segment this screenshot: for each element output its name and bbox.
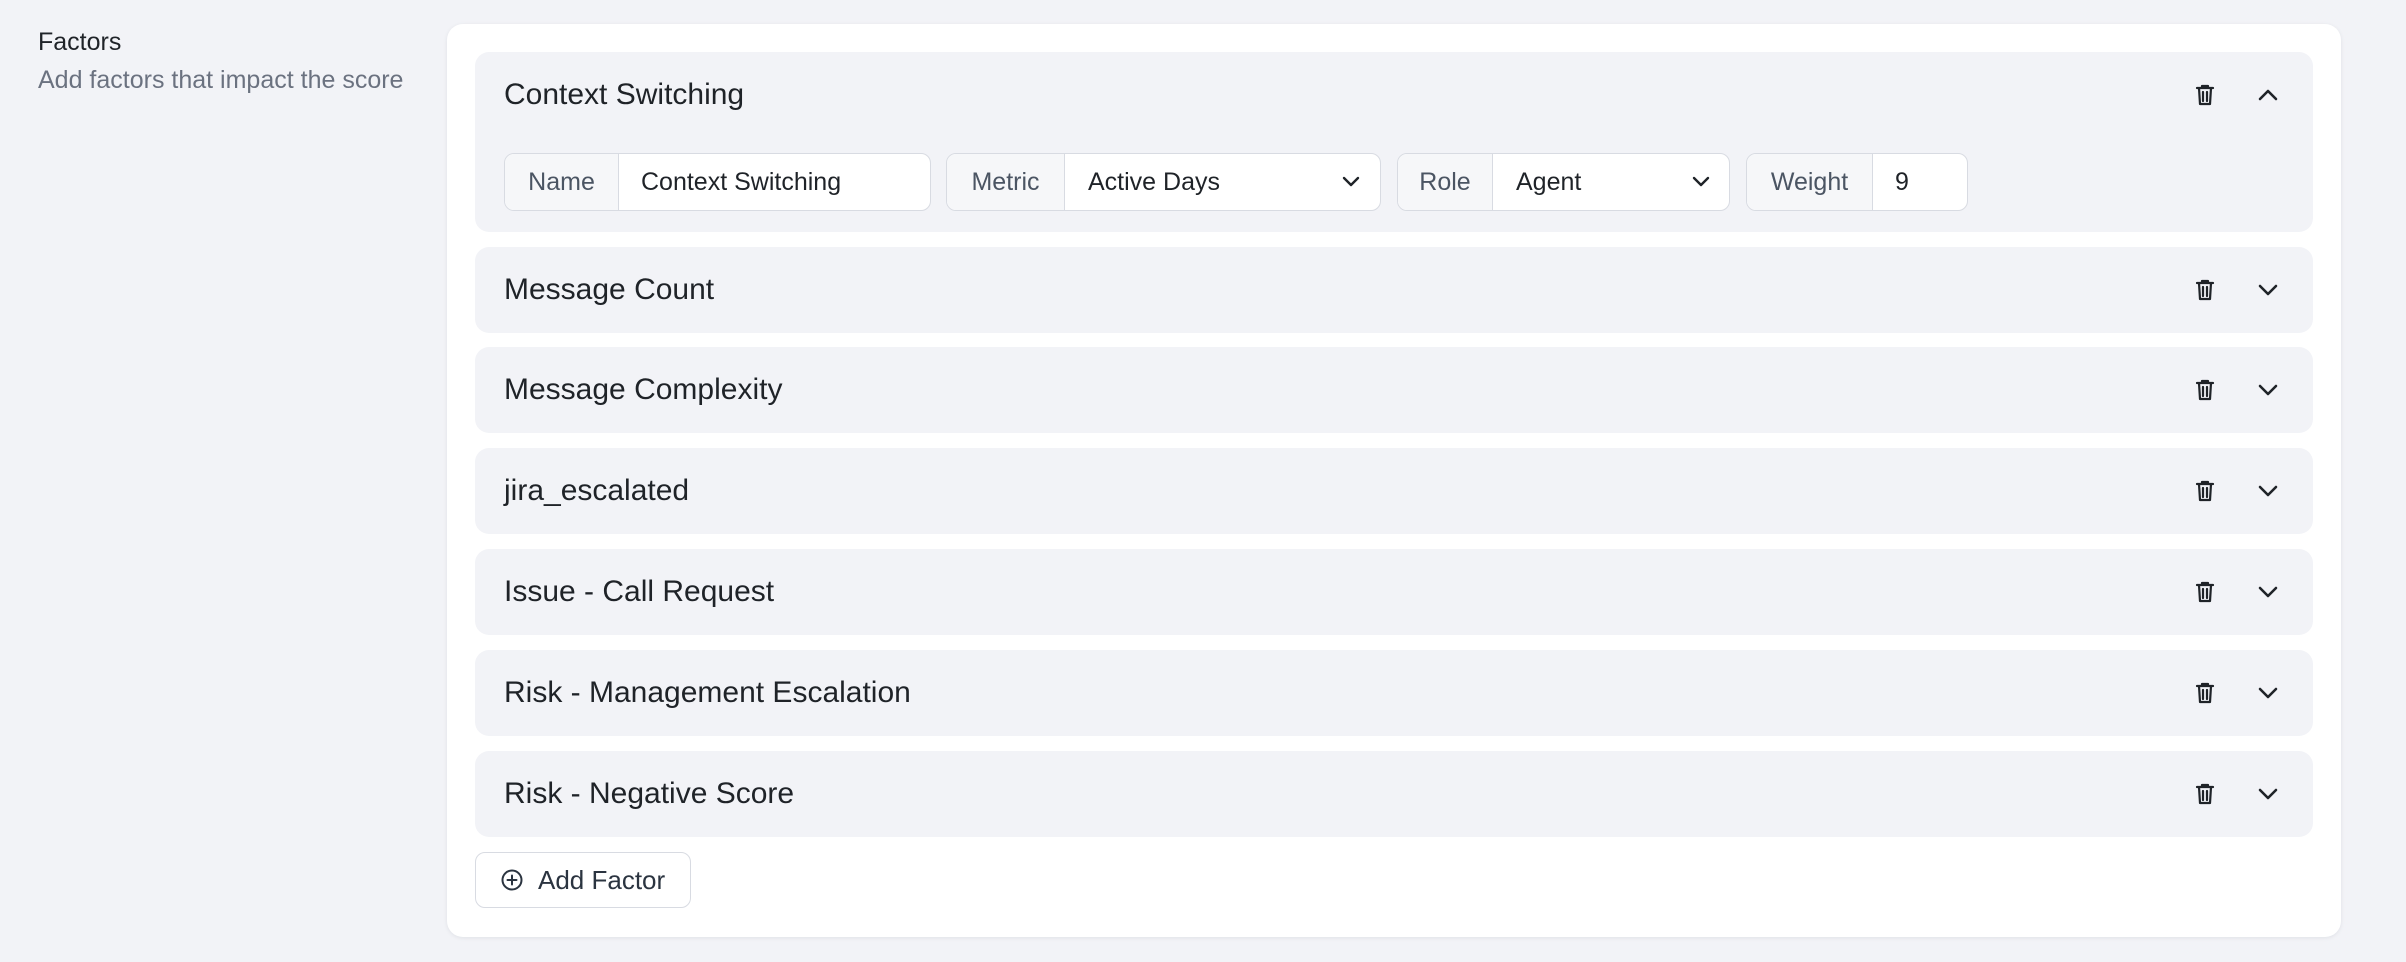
trash-icon	[2194, 580, 2216, 604]
expand-factor-button[interactable]	[2249, 472, 2287, 510]
factor-header[interactable]: Issue - Call Request	[475, 549, 2313, 635]
chevron-down-icon	[2257, 484, 2279, 498]
factor-title: jira_escalated	[504, 474, 690, 507]
chevron-down-icon	[2257, 787, 2279, 801]
weight-field-value[interactable]: 9	[1895, 154, 1909, 210]
factor-item-risk-negative-score: Risk - Negative Score	[475, 751, 2313, 837]
chevron-down-icon	[2257, 686, 2279, 700]
section-description: Add factors that impact the score	[38, 66, 404, 94]
expand-factor-button[interactable]	[2249, 271, 2287, 309]
factor-title: Context Switching	[504, 78, 745, 111]
trash-icon	[2194, 782, 2216, 806]
factors-settings-page: Factors Add factors that impact the scor…	[0, 0, 2406, 962]
chevron-down-icon	[2257, 383, 2279, 397]
factor-item-message-count: Message Count	[475, 247, 2313, 333]
section-title: Factors	[38, 28, 122, 56]
role-select-value[interactable]: Agent	[1516, 154, 1581, 210]
factor-header[interactable]: Risk - Negative Score	[475, 751, 2313, 837]
delete-factor-button[interactable]	[2186, 674, 2224, 712]
factor-item-context-switching: Context Switching Name Context Switching	[475, 52, 2313, 232]
factor-header[interactable]: Message Complexity	[475, 347, 2313, 433]
factor-title: Message Complexity	[504, 373, 783, 406]
delete-factor-button[interactable]	[2186, 271, 2224, 309]
chevron-down-icon	[1342, 154, 1360, 210]
chevron-down-icon	[2257, 283, 2279, 297]
expand-factor-button[interactable]	[2249, 573, 2287, 611]
trash-icon	[2194, 681, 2216, 705]
metric-select-value[interactable]: Active Days	[1088, 154, 1220, 210]
name-field[interactable]: Name Context Switching	[504, 153, 931, 211]
name-field-label: Name	[505, 154, 619, 210]
factor-title: Risk - Negative Score	[504, 777, 795, 810]
delete-factor-button[interactable]	[2186, 775, 2224, 813]
trash-icon	[2194, 378, 2216, 402]
metric-select-label: Metric	[947, 154, 1065, 210]
expand-factor-button[interactable]	[2249, 371, 2287, 409]
factor-item-jira-escalated: jira_escalated	[475, 448, 2313, 534]
factor-title: Issue - Call Request	[504, 575, 775, 608]
chevron-down-icon	[1692, 154, 1710, 210]
delete-factor-button[interactable]	[2186, 371, 2224, 409]
chevron-down-icon	[2257, 585, 2279, 599]
weight-field-label: Weight	[1747, 154, 1873, 210]
factor-item-risk-management-escalation: Risk - Management Escalation	[475, 650, 2313, 736]
trash-icon	[2194, 278, 2216, 302]
role-select-label: Role	[1398, 154, 1493, 210]
expand-factor-button[interactable]	[2249, 674, 2287, 712]
trash-icon	[2194, 479, 2216, 503]
delete-factor-button[interactable]	[2186, 472, 2224, 510]
delete-factor-button[interactable]	[2186, 76, 2224, 114]
section-header: Factors Add factors that impact the scor…	[38, 24, 438, 98]
factor-item-issue-call-request: Issue - Call Request	[475, 549, 2313, 635]
add-factor-label: Add Factor	[538, 864, 666, 895]
factor-title: Message Count	[504, 273, 715, 306]
factors-card: Context Switching Name Context Switching	[447, 24, 2341, 937]
trash-icon	[2194, 83, 2216, 107]
collapse-factor-button[interactable]	[2249, 76, 2287, 114]
delete-factor-button[interactable]	[2186, 573, 2224, 611]
add-factor-button[interactable]: Add Factor	[475, 852, 691, 908]
role-select[interactable]: Role Agent	[1397, 153, 1730, 211]
factor-header[interactable]: Message Count	[475, 247, 2313, 333]
name-field-value[interactable]: Context Switching	[641, 154, 841, 210]
factor-header[interactable]: Risk - Management Escalation	[475, 650, 2313, 736]
chevron-up-icon	[2257, 88, 2279, 102]
metric-select[interactable]: Metric Active Days	[946, 153, 1381, 211]
expand-factor-button[interactable]	[2249, 775, 2287, 813]
factor-header[interactable]: Context Switching	[475, 52, 2313, 138]
factor-title: Risk - Management Escalation	[504, 676, 911, 709]
factor-item-message-complexity: Message Complexity	[475, 347, 2313, 433]
plus-circle-icon	[500, 868, 524, 892]
weight-field[interactable]: Weight 9	[1746, 153, 1968, 211]
factor-header[interactable]: jira_escalated	[475, 448, 2313, 534]
